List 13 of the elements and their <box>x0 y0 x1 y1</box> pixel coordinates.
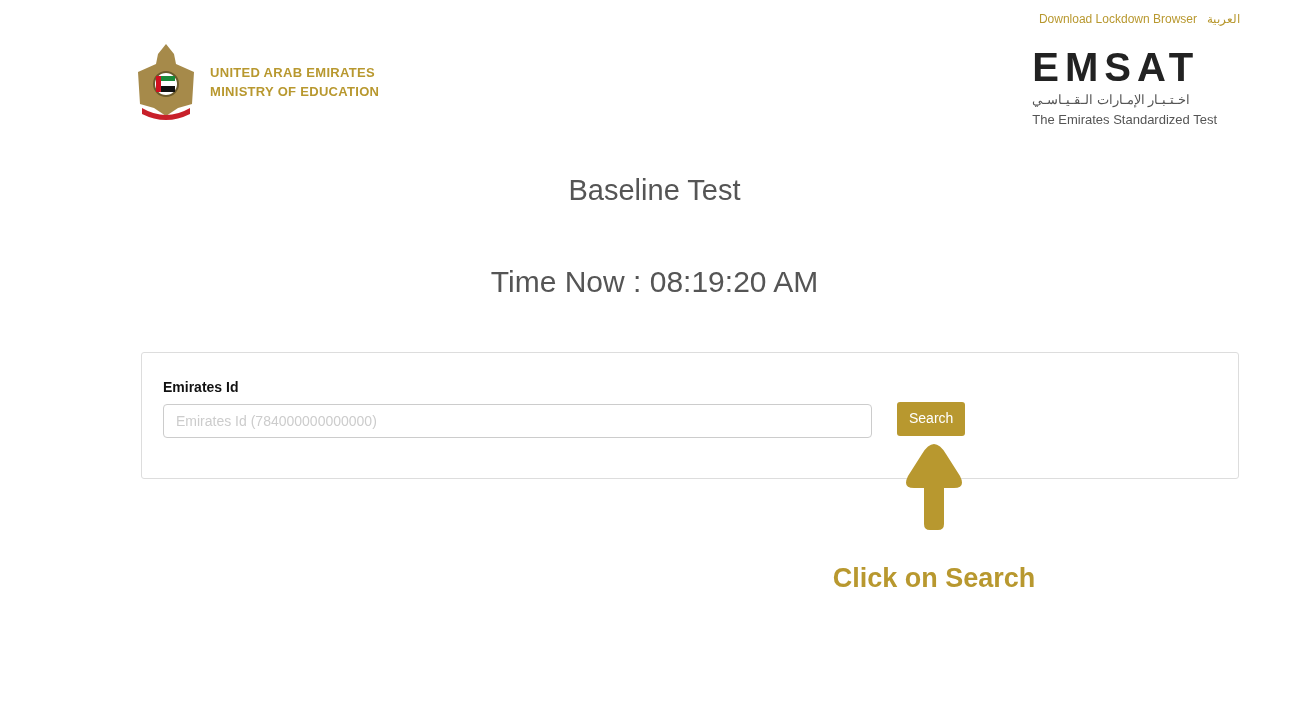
header-link[interactable]: Download Lockdown Browser <box>1038 10 1197 28</box>
page-title: Baseline Test <box>568 173 741 208</box>
search-button[interactable]: Search <box>897 401 966 436</box>
search-hint: Click on Search <box>832 562 1036 595</box>
ministry-name: UNITED ARAB EMIRATES <box>210 64 376 82</box>
field-label: Emirates Id <box>163 377 240 397</box>
header-link[interactable]: العربية <box>1207 10 1240 28</box>
ministry-subtitle: MINISTRY OF EDUCATION <box>210 83 380 101</box>
emsat-wordmark: EMSAT <box>1032 48 1200 86</box>
current-time: Time Now : 08:19:20 AM <box>490 263 819 300</box>
up-arrow-icon <box>904 442 964 532</box>
emsat-arabic-name: اخـتـبـار الإمـارات الـقـيـاسـي <box>1032 91 1191 110</box>
emsat-tagline: The Emirates Standardized Test <box>1032 110 1217 129</box>
